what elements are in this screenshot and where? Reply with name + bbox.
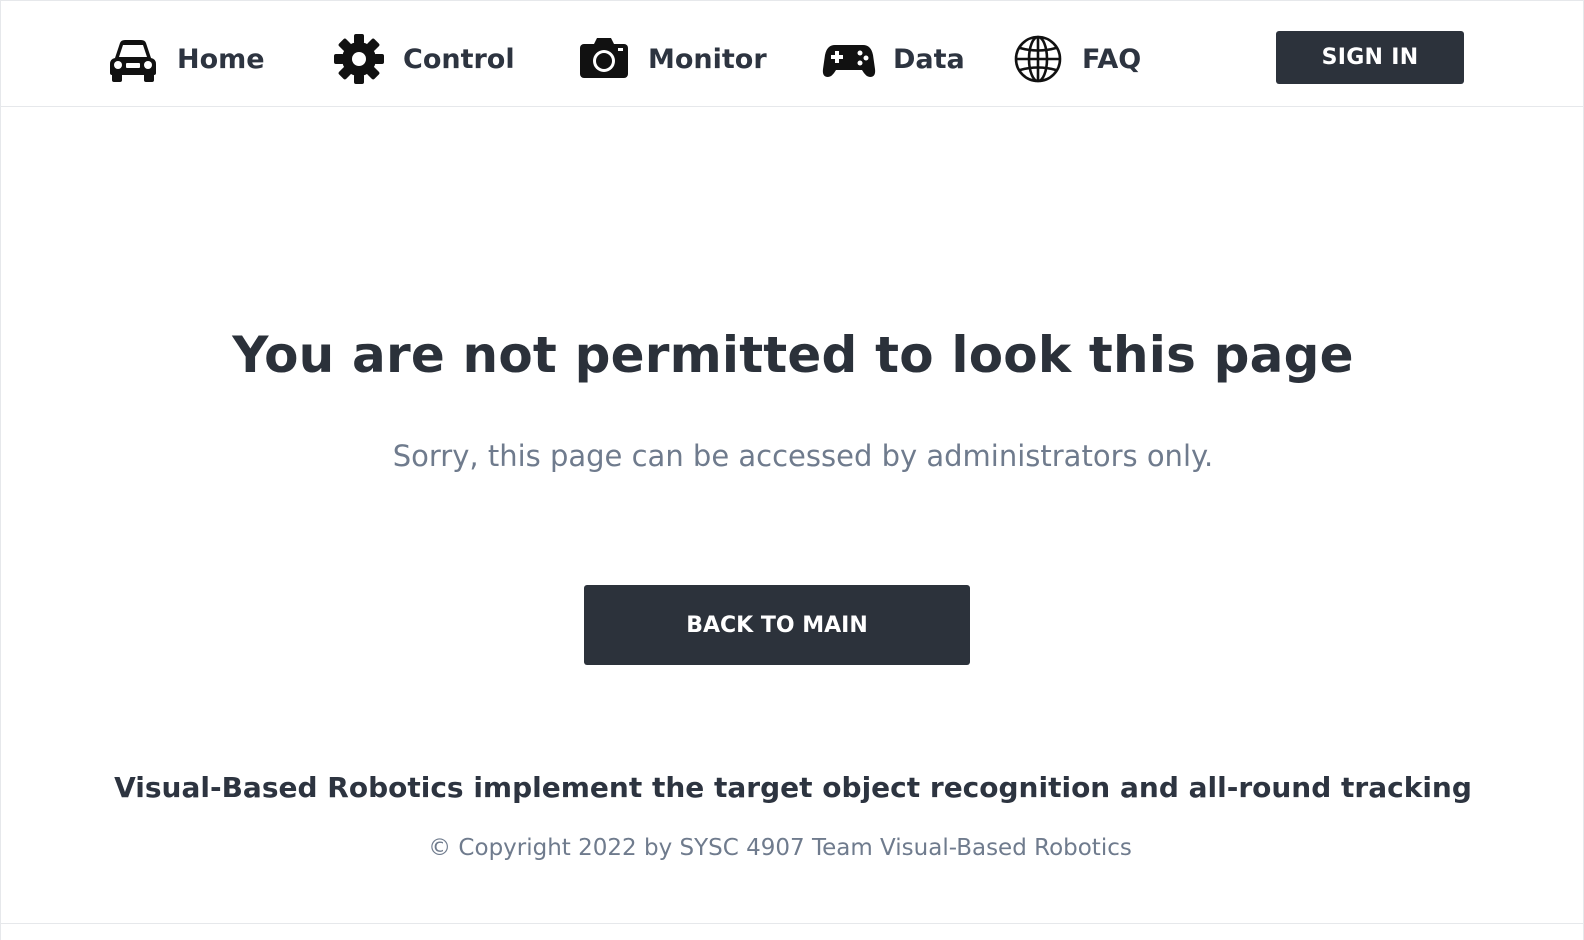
navbar: Home Control Monitor Data FAQ SIGN IN [1, 1, 1583, 107]
nav-label-data: Data [893, 43, 965, 75]
page-subtitle: Sorry, this page can be accessed by admi… [392, 439, 1214, 473]
camera-icon [576, 31, 632, 87]
nav-label-control: Control [403, 43, 515, 75]
nav-label-monitor: Monitor [648, 43, 767, 75]
nav-item-monitor[interactable]: Monitor [576, 31, 767, 87]
gear-icon [331, 31, 387, 87]
gamepad-icon [821, 31, 877, 87]
sign-in-button[interactable]: SIGN IN [1276, 31, 1464, 84]
globe-icon [1010, 31, 1066, 87]
back-to-main-button[interactable]: BACK TO MAIN [584, 585, 970, 665]
nav-label-home: Home [177, 43, 265, 75]
footer-copyright: © Copyright 2022 by SYSC 4907 Team Visua… [428, 835, 1132, 861]
nav-item-home[interactable]: Home [105, 31, 265, 87]
nav-item-faq[interactable]: FAQ [1010, 31, 1141, 87]
page-title: You are not permitted to look this page [232, 326, 1354, 384]
car-icon [105, 31, 161, 87]
bottom-divider [1, 923, 1583, 924]
page: Home Control Monitor Data FAQ SIGN IN Yo… [0, 0, 1584, 940]
nav-item-data[interactable]: Data [821, 31, 965, 87]
footer-tagline: Visual-Based Robotics implement the targ… [114, 771, 1472, 804]
nav-label-faq: FAQ [1082, 43, 1142, 75]
nav-item-control[interactable]: Control [331, 31, 515, 87]
